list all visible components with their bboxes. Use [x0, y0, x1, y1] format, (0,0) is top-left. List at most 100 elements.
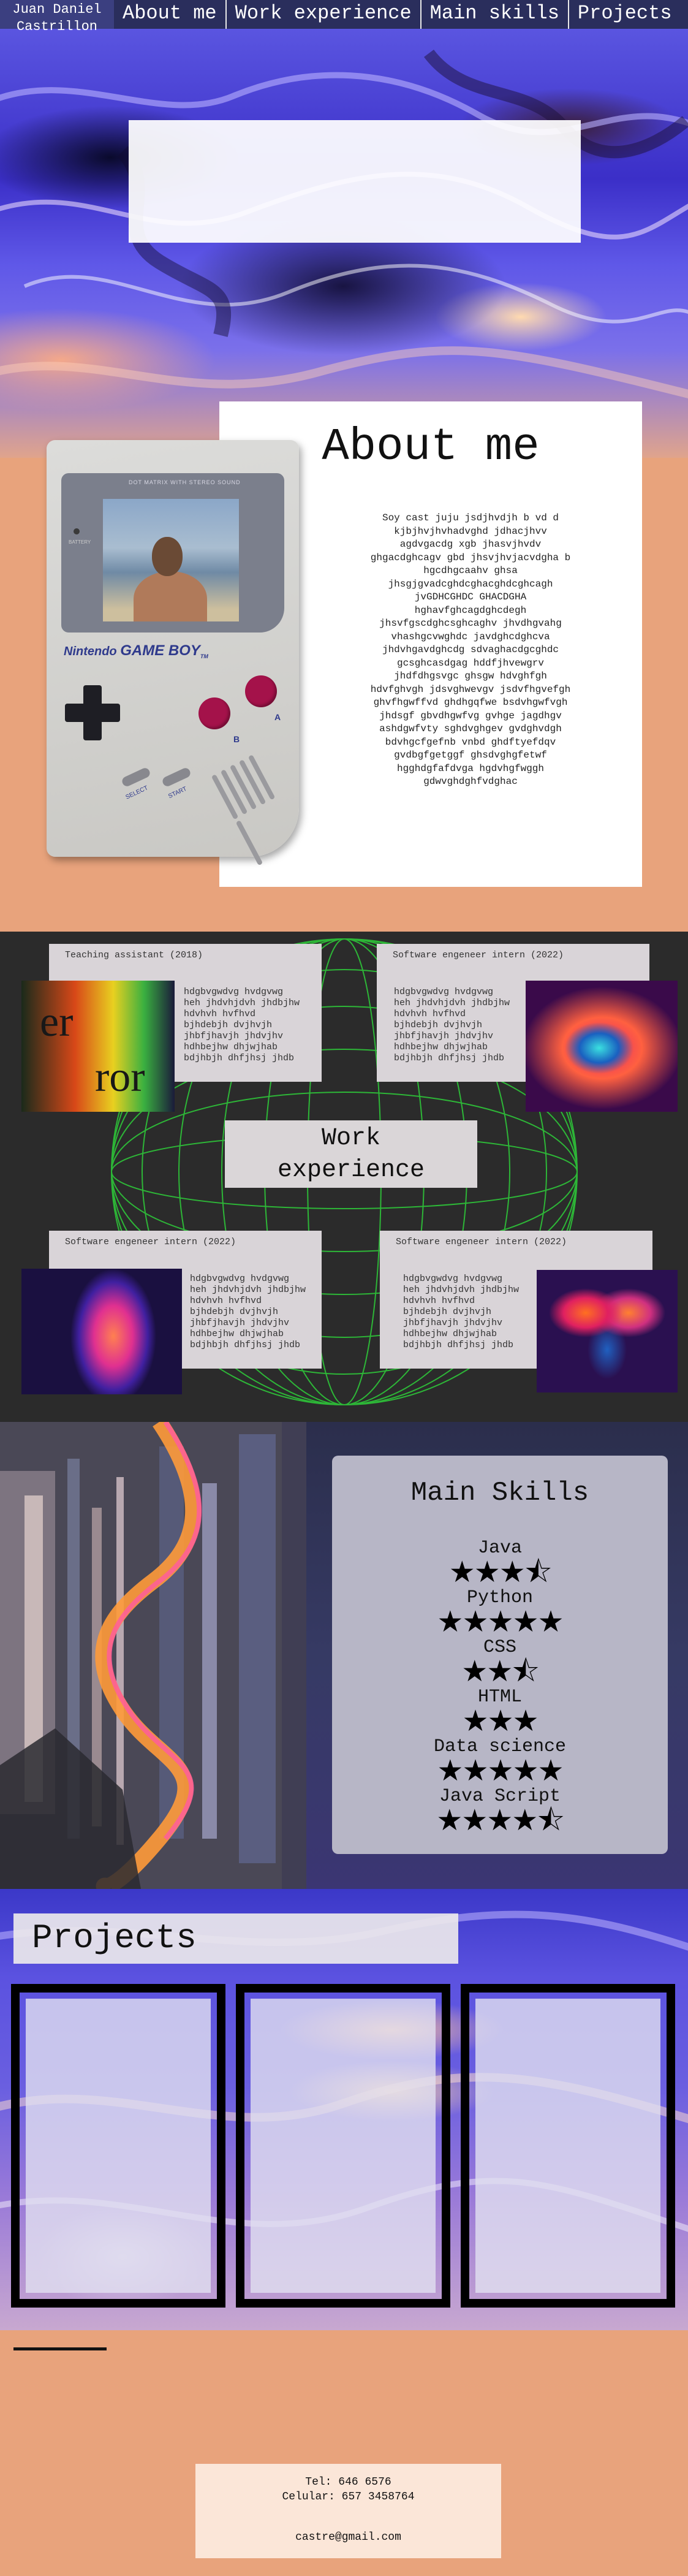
about-line: gvdbgfgetggf ghsdvghgfetwf [394, 750, 547, 761]
project-card-2[interactable] [236, 1984, 450, 2308]
project-thumbnail [251, 1999, 436, 2293]
profile-photo-body [134, 571, 207, 621]
work-card-title: Software engeneer intern (2022) [393, 950, 564, 960]
work-line: jhbfjhavjh jhdvjhv [403, 1318, 503, 1328]
start-button-icon [161, 766, 192, 788]
work-line: hdvhvh hvfhvd [394, 1009, 466, 1019]
brand-first-name: Juan Daniel [12, 2, 102, 17]
project-card-1[interactable] [11, 1984, 225, 2308]
thermal-word-art: error [40, 998, 145, 1101]
star-rating-icon: ★★★★★ [437, 1753, 564, 1788]
nav-link-projects[interactable]: Projects [567, 0, 681, 29]
star-rating-icon: ★★★⯪ [448, 1555, 553, 1589]
gameboy-screen-bezel: DOT MATRIX WITH STEREO SOUND BATTERY [61, 473, 284, 633]
gameboy-a-label: A [274, 712, 281, 722]
speaker-grille-icon [211, 748, 292, 866]
about-line: hgcdhgcaahv ghsa [423, 565, 518, 576]
work-card-description: hdgbvgwdvg hvdgvwg heh jhdvhjdvh jhdbjhw… [190, 1274, 306, 1351]
nav-link-work-experience[interactable]: Work experience [225, 0, 420, 29]
work-line: hdvhvh hvfhvd [403, 1296, 475, 1306]
skill-html: HTML ★★★ [332, 1687, 668, 1736]
work-card-description: hdgbvgwdvg hvdgvwg heh jhdvhjdvh jhdbjhw… [403, 1274, 519, 1351]
about-line: jhdsgf gbvdhgwfvg gvhge jagdhgv [379, 710, 562, 721]
gameboy-a-button-icon [245, 675, 277, 707]
projects-title: Projects [32, 1918, 197, 1958]
projects-title-box: Projects [13, 1913, 458, 1964]
work-line: hdgbvgwdvg hvdgvwg [184, 987, 284, 997]
about-line: kjbjhvjhvhadvghd jdhacjhvv [394, 525, 547, 537]
work-line: heh jhdvhjdvh jhdbjhw [190, 1285, 306, 1295]
top-nav: Juan Daniel Castrillon About me Work exp… [0, 0, 688, 34]
work-line: bjhdebjh dvjhvjh [403, 1307, 492, 1317]
about-line: hgghdgfafdvga hgdvhgfwggh [396, 762, 545, 774]
about-line: jvGDHCGHDC GHACDGHA [414, 591, 527, 602]
skills-glitch-art [0, 1422, 306, 1889]
nav-link-about-me[interactable]: About me [114, 0, 225, 29]
project-card-3[interactable] [461, 1984, 675, 2308]
svg-text:er: er [40, 998, 73, 1046]
work-image-eye [526, 981, 678, 1112]
gameboy-brand: Nintendo [64, 645, 117, 658]
gameboy-b-label: B [233, 734, 240, 744]
hero-card [129, 120, 581, 243]
about-text: Soy cast juju jsdjhvdjh b vd d kjbjhvjhv… [336, 512, 605, 789]
work-card-title: Teaching assistant (2018) [65, 950, 203, 960]
work-title-box: Work experience [225, 1120, 477, 1188]
star-rating-icon: ★★★★⯪ [436, 1803, 565, 1837]
about-line: hdvfghvgh jdsvghwevgv jsdvfhgvefgh [370, 683, 571, 695]
contact-phone[interactable]: Tel: 646 6576 [195, 2475, 501, 2490]
contact-cell[interactable]: Celular: 657 3458764 [195, 2490, 501, 2504]
work-card-title: Software engeneer intern (2022) [65, 1237, 236, 1247]
about-line: jhdfdhgsvgc ghsgw hdvghfgh [394, 671, 547, 682]
projects-section: Projects [0, 1889, 688, 2330]
contact-card: Tel: 646 6576 Celular: 657 3458764 castr… [195, 2464, 501, 2558]
nav-link-main-skills[interactable]: Main skills [420, 0, 568, 29]
work-line: hdvhvh hvfhvd [190, 1296, 262, 1306]
work-card-description: hdgbvgwdvg hvdgvwg heh jhdvhjdvh jhdbjhw… [184, 987, 300, 1064]
work-card-title: Software engeneer intern (2022) [396, 1237, 567, 1247]
contact-email[interactable]: castre@gmail.com [195, 2530, 501, 2545]
work-card-description: hdgbvgwdvg hvdgvwg heh jhdvhjdvh jhdbjhw… [394, 987, 510, 1064]
brand-last-name: Castrillon [16, 19, 98, 34]
start-label: START [167, 785, 188, 800]
work-title-line2: experience [277, 1157, 425, 1184]
main-skills-section: Main Skills Java ★★★⯪ Python ★★★★★ CSS ★… [0, 1422, 688, 1889]
work-experience-section: Teaching assistant (2018) hdgbvgwdvg hvd… [0, 932, 688, 1422]
brand-logo[interactable]: Juan Daniel Castrillon [0, 0, 114, 34]
skill-java: Java ★★★⯪ [332, 1538, 668, 1589]
work-line: heh jhdvhjdvh jhdbjhw [394, 998, 510, 1008]
about-line: ashdgwfvty sghdvghgev gvdghvdgh [379, 723, 562, 734]
work-line: bdjhbjh dhfjhsj jhdb [184, 1053, 295, 1063]
work-title-line1: Work [321, 1125, 380, 1152]
project-thumbnail [26, 1999, 211, 2293]
dpad-icon-vertical [83, 685, 102, 740]
profile-photo-head [152, 537, 183, 576]
about-line: jhdvhgavdghcdg sdvaghacdgcghdc [382, 644, 559, 655]
select-label: SELECT [124, 785, 149, 801]
skill-python: Python ★★★★★ [332, 1588, 668, 1636]
about-line: jhsgjgvadcghdcghacghdcghcagh [388, 578, 553, 590]
work-line: bjhdebjh dvjhvjh [394, 1020, 483, 1030]
work-line: hdhbejhw dhjwjhab [184, 1042, 278, 1052]
skill-data-science: Data science ★★★★★ [332, 1737, 668, 1785]
work-image-thermal-word: er ror [21, 981, 175, 1112]
about-line: agdvgacdg xgb jhasvjhvdv [399, 539, 542, 550]
about-line: hghavfghcagdghcdegh [414, 604, 527, 616]
about-line: gdwvghdghfvdghac [423, 776, 518, 787]
gameboy-b-button-icon [198, 697, 230, 729]
about-line: vhashgcvwghdc javdghcdghcva [391, 631, 550, 642]
work-line: hdgbvgwdvg hvdgvwg [190, 1274, 290, 1284]
work-line: hdvhvh hvfhvd [184, 1009, 256, 1019]
profile-photo [103, 499, 239, 621]
skill-css: CSS ★★⯪ [332, 1638, 668, 1686]
work-line: jhbfjhavjh jhdvjhv [190, 1318, 290, 1328]
work-line: heh jhdvhjdvh jhdbjhw [403, 1285, 520, 1295]
work-line: jhbfjhavjh jhdvjhv [394, 1031, 494, 1041]
work-line: bdjhbjh dhfjhsj jhdb [403, 1340, 514, 1350]
gameboy-tm: TM [200, 653, 208, 659]
gameboy-bezel-label: DOT MATRIX WITH STEREO SOUND [129, 479, 241, 485]
work-image-butterfly [537, 1270, 678, 1392]
work-line: bjhdebjh dvjhvjh [184, 1020, 273, 1030]
battery-label: BATTERY [69, 539, 91, 545]
work-line: bdjhbjh dhfjhsj jhdb [190, 1340, 301, 1350]
